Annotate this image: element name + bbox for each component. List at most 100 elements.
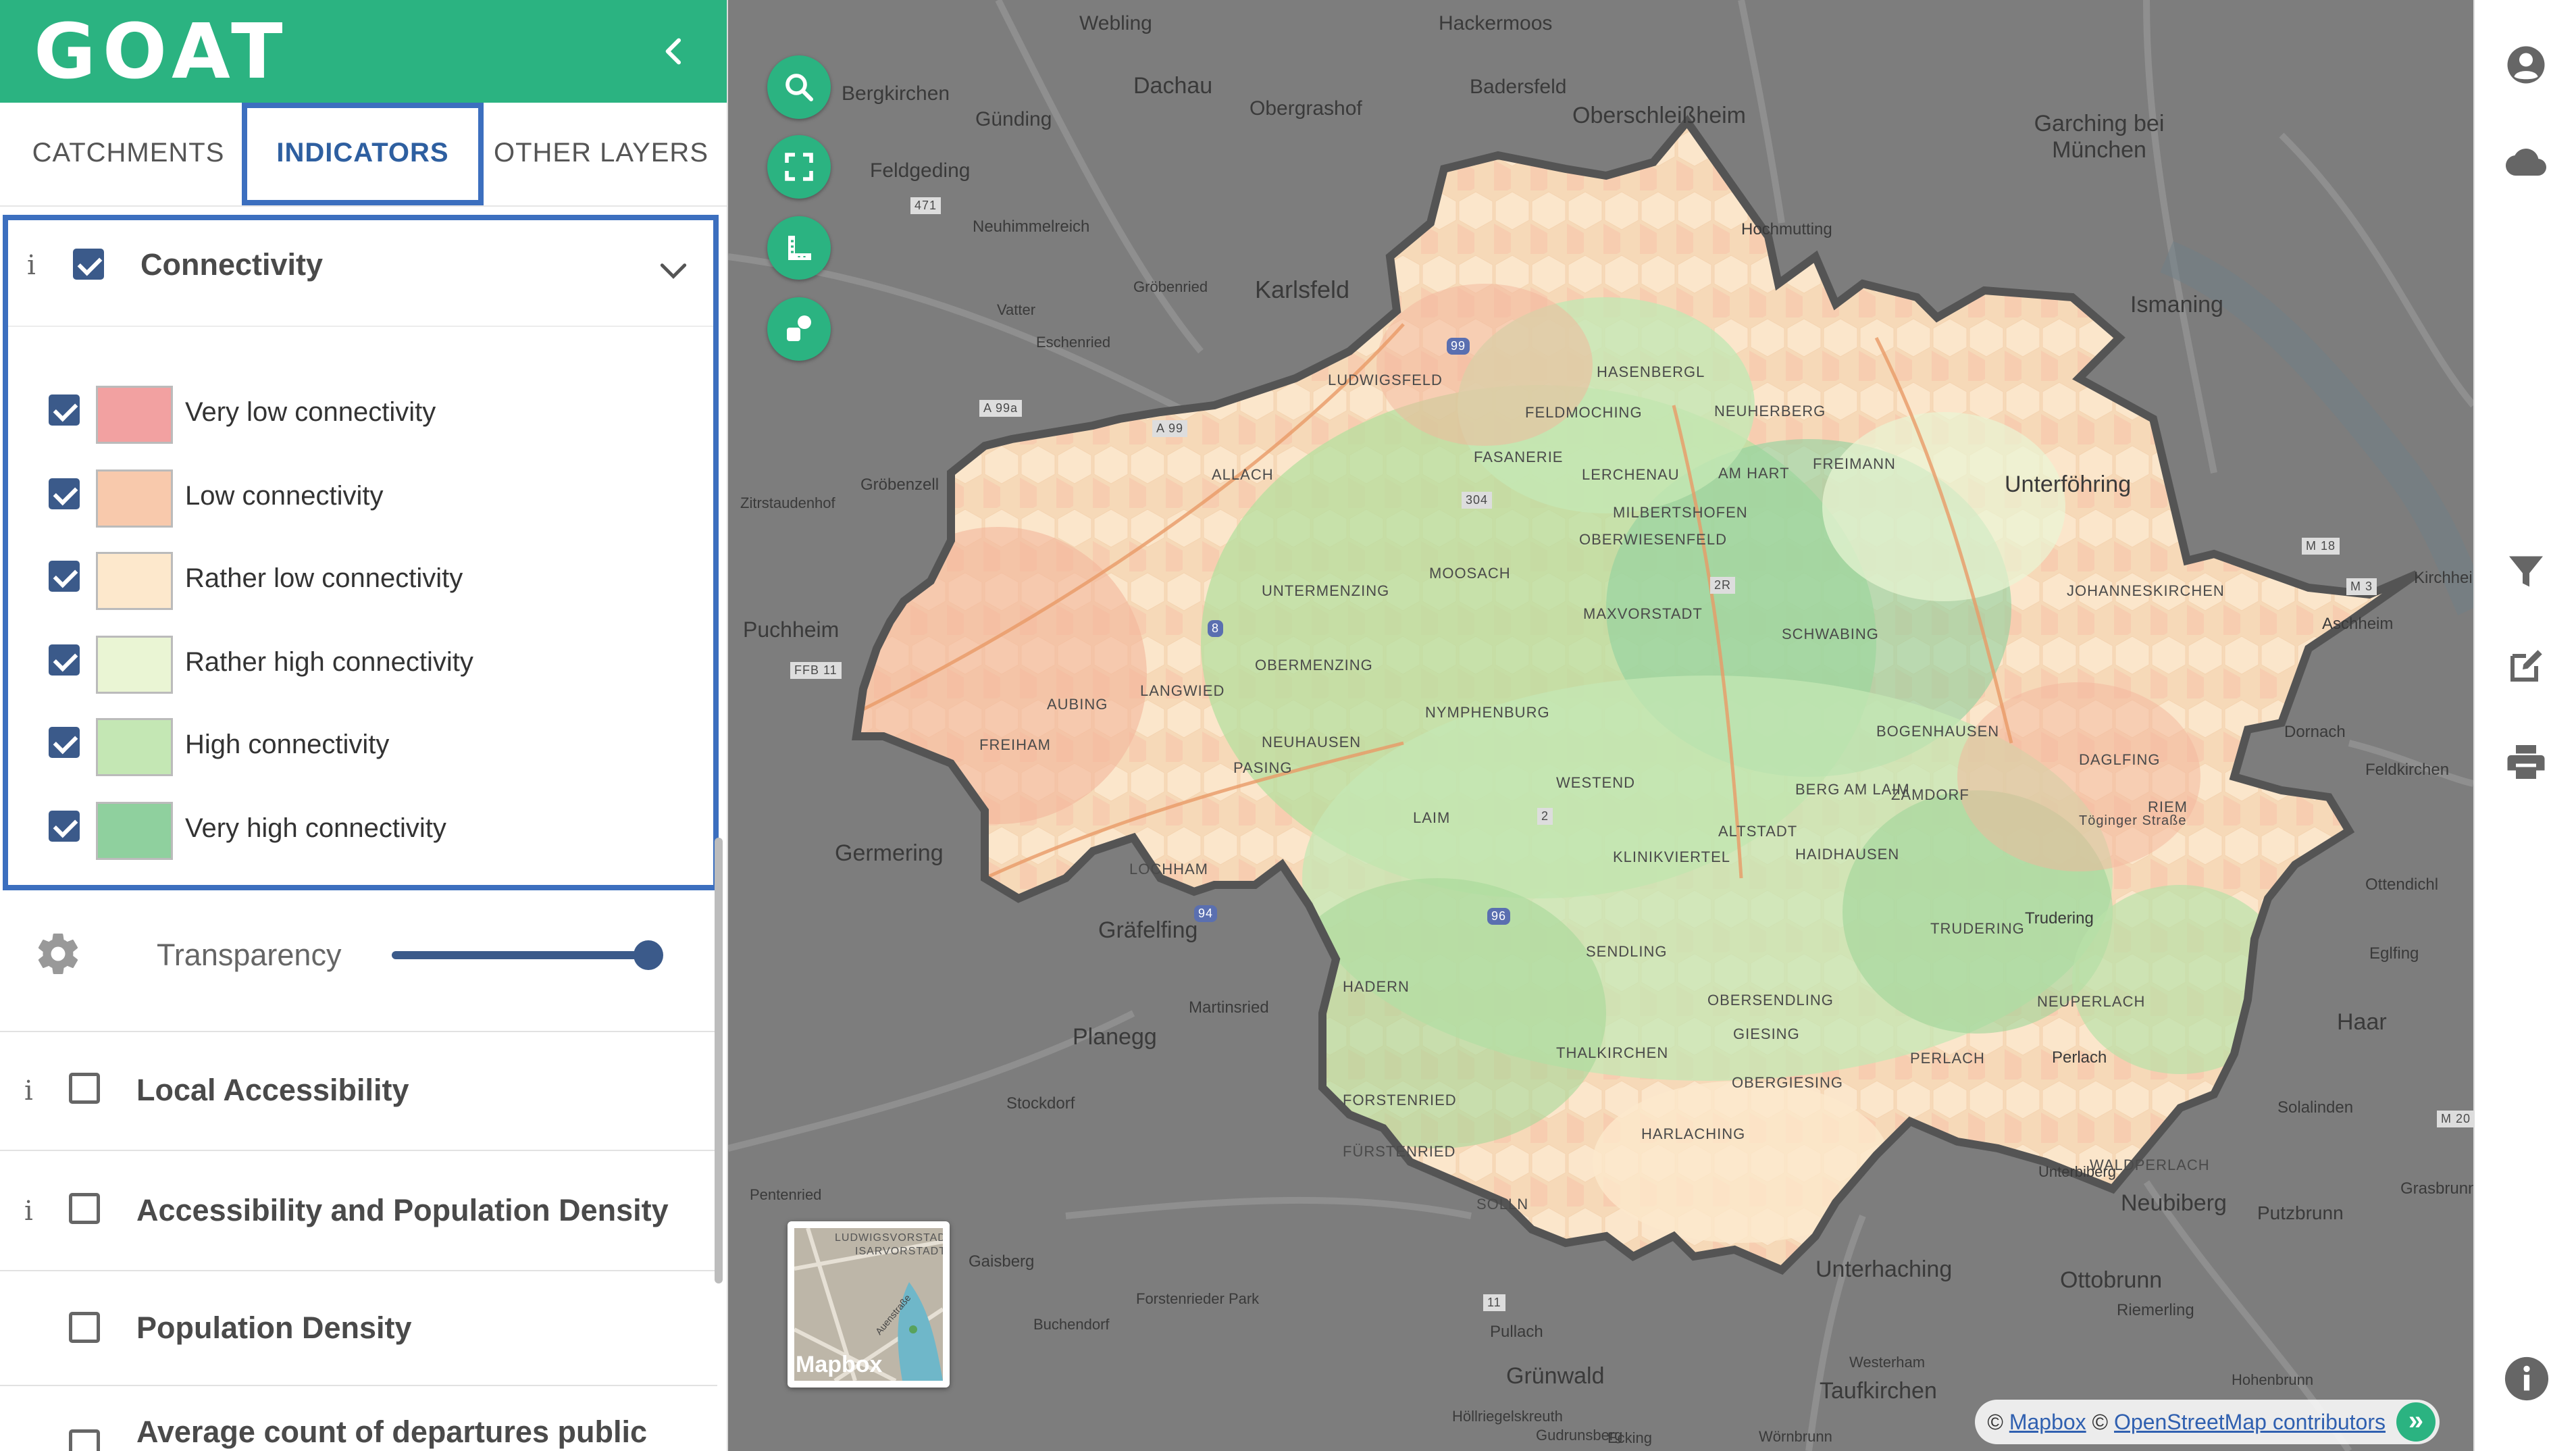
district-label: WALDPERLACH (2090, 1156, 2210, 1173)
attribution-toggle-button[interactable]: » (2396, 1402, 2436, 1442)
info-icon[interactable] (2503, 1355, 2550, 1402)
place-label: Garching bei München (2034, 111, 2165, 163)
legend-swatch-low (96, 469, 173, 528)
place-label: Feldgeding (870, 159, 971, 182)
search-button[interactable] (767, 55, 831, 119)
sidebar-scrollbar[interactable] (715, 838, 723, 1283)
tab-indicators[interactable]: INDICATORS (242, 103, 484, 205)
place-label: Dornach (2284, 723, 2346, 741)
place-label: Eglfing (2369, 944, 2419, 963)
place-label: Perlach (2052, 1048, 2107, 1067)
place-label: Neuhimmelreich (973, 218, 1090, 236)
connectivity-checkbox[interactable] (73, 249, 104, 280)
place-label: Neubiberg (2121, 1190, 2227, 1216)
departures-checkbox[interactable] (69, 1429, 100, 1451)
connectivity-info-icon[interactable]: i (27, 250, 36, 281)
district-label: OBERSENDLING (1707, 992, 1834, 1009)
local-accessibility-checkbox[interactable] (69, 1073, 100, 1104)
basemap-switcher[interactable]: LUDWIGSVORSTADT ISARVORSTADT Auenstraße … (788, 1221, 950, 1388)
road-shield: FFB 11 (790, 662, 842, 679)
district-label: MAXVORSTADT (1583, 605, 1703, 622)
legend-label-low: Low connectivity (185, 481, 384, 511)
place-label: Unterföhring (2005, 472, 2132, 497)
district-label: LOCHHAM (1129, 861, 1209, 877)
print-icon[interactable] (2506, 742, 2546, 782)
tab-catchments[interactable]: CATCHMENTS (14, 103, 243, 205)
edit-icon[interactable] (2506, 646, 2546, 686)
district-label: LUDWIGSFELD (1328, 372, 1443, 388)
user-account-icon[interactable] (2506, 45, 2546, 85)
collapse-sidebar-icon[interactable] (655, 32, 693, 70)
basemap-street-label: LUDWIGSVORSTADT (835, 1232, 943, 1244)
legend-checkbox-low[interactable] (49, 478, 80, 509)
district-label: THALKIRCHEN (1556, 1044, 1669, 1061)
accessibility-population-density-info-icon[interactable]: i (24, 1196, 33, 1227)
cloud-icon[interactable] (2500, 142, 2552, 182)
district-label: MOOSACH (1429, 565, 1511, 582)
measure-button[interactable] (767, 216, 831, 280)
district-label: HAIDHAUSEN (1795, 846, 1900, 863)
district-label: ZAMDORF (1891, 786, 1969, 803)
place-label: Bergkirchen (842, 82, 950, 105)
place-label: Karlsfeld (1255, 276, 1350, 303)
district-label: NEUHAUSEN (1262, 734, 1362, 750)
draw-shapes-button[interactable] (767, 297, 831, 361)
place-label: Badersfeld (1470, 76, 1567, 98)
population-density-checkbox[interactable] (69, 1312, 100, 1343)
road-shield: M 18 (2302, 538, 2340, 555)
legend-checkbox-very-low[interactable] (49, 394, 80, 426)
transparency-slider-thumb[interactable] (634, 940, 663, 970)
tab-bar: CATCHMENTS INDICATORS OTHER LAYERS (0, 103, 727, 207)
place-label: Riemerling (2117, 1301, 2194, 1319)
openstreetmap-link[interactable]: OpenStreetMap contributors (2114, 1410, 2386, 1434)
place-label: Putzbrunn (2257, 1202, 2344, 1223)
place-label: Stockdorf (1006, 1094, 1075, 1113)
legend-checkbox-high[interactable] (49, 727, 80, 758)
chevron-down-icon[interactable] (656, 254, 690, 288)
accessibility-population-density-title: Accessibility and Population Density (136, 1193, 669, 1227)
map-view[interactable]: Webling Hackermoos Dachau Badersfeld Obe… (728, 0, 2473, 1451)
mapbox-link[interactable]: Mapbox (2009, 1410, 2086, 1434)
place-label: Kirchheim (2414, 569, 2473, 587)
transparency-slider-track[interactable] (392, 951, 651, 959)
district-label: FREIHAM (979, 736, 1051, 753)
district-label: UNTERMENZING (1262, 582, 1390, 599)
place-label: Ottobrunn (2060, 1267, 2163, 1293)
place-label: Wörnbrunn (1759, 1428, 1832, 1445)
district-label: GIESING (1733, 1025, 1800, 1042)
district-label: NEUPERLACH (2037, 993, 2146, 1010)
place-label: Grasbrunn (2400, 1179, 2473, 1198)
divider (0, 1270, 717, 1271)
road-shield: M 3 (2346, 578, 2377, 595)
place-label: Gräfelfing (1098, 917, 1198, 943)
legend-checkbox-rather-high[interactable] (49, 644, 80, 676)
filter-icon[interactable] (2506, 551, 2546, 592)
gear-icon[interactable] (34, 930, 82, 978)
legend-checkbox-rather-low[interactable] (49, 561, 80, 592)
connectivity-layer-group: i Connectivity Very low connectivity Low… (3, 215, 719, 890)
divider (0, 1150, 717, 1151)
sidebar-panel: GOAT CATCHMENTS INDICATORS OTHER LAYERS … (0, 0, 728, 1451)
basemap-street-label: ISARVORSTADT (855, 1246, 943, 1257)
shapes-icon (787, 315, 811, 341)
ruler-icon (788, 236, 811, 260)
place-label: Pullach (1490, 1323, 1543, 1341)
local-accessibility-info-icon[interactable]: i (24, 1075, 33, 1106)
app-header: GOAT (0, 0, 727, 103)
goat-logo[interactable]: GOAT (34, 14, 290, 90)
place-label: Eschenried (1036, 334, 1111, 351)
fullscreen-button[interactable] (767, 135, 831, 199)
legend-swatch-rather-low (96, 552, 173, 610)
local-accessibility-title: Local Accessibility (136, 1073, 409, 1107)
place-label: Hohenbrunn (2232, 1371, 2314, 1388)
legend-checkbox-very-high[interactable] (49, 811, 80, 842)
district-label: AUBING (1047, 696, 1108, 713)
district-label: FÜRSTENRIED (1343, 1143, 1456, 1160)
legend-label-very-low: Very low connectivity (185, 397, 436, 427)
tab-other-layers[interactable]: OTHER LAYERS (486, 103, 716, 205)
road-shield: 11 (1483, 1294, 1505, 1311)
district-label: WESTEND (1556, 774, 1635, 791)
legend-label-very-high: Very high connectivity (185, 813, 446, 843)
district-label: TRUDERING (1930, 920, 2025, 937)
accessibility-population-density-checkbox[interactable] (69, 1193, 100, 1224)
